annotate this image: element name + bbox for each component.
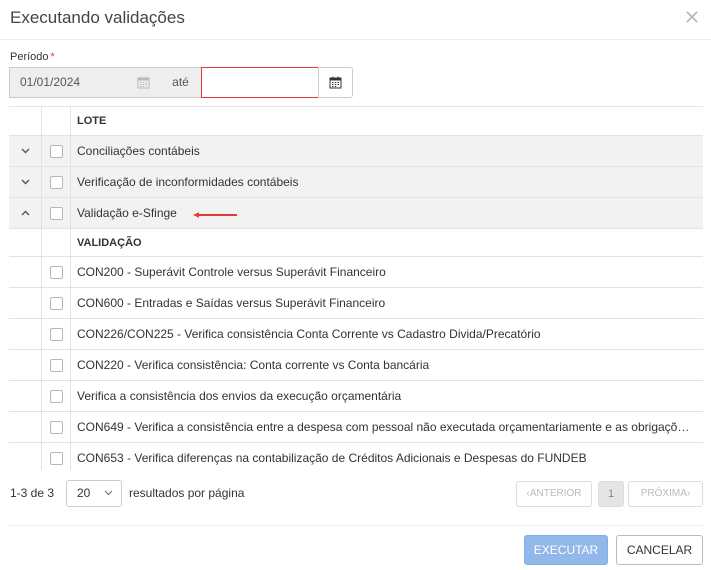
validation-checkbox-cell xyxy=(42,288,71,318)
group-row[interactable]: Conciliações contábeis xyxy=(9,136,703,167)
validation-checkbox[interactable] xyxy=(49,265,63,279)
validation-text: CON649 - Verifica a consistência entre a… xyxy=(77,420,701,434)
header-check-cell xyxy=(42,107,71,135)
validation-row[interactable]: CON600 - Entradas e Saídas versus Superá… xyxy=(9,288,703,319)
validation-checkbox-cell xyxy=(42,350,71,380)
validation-label: CON200 - Superávit Controle versus Super… xyxy=(71,257,703,287)
period-label-text: Período xyxy=(10,51,49,63)
group-label: Validação e-Sfinge xyxy=(77,206,177,220)
calendar-icon[interactable] xyxy=(318,67,353,98)
indent-cell xyxy=(9,412,42,442)
group-label: Conciliações contábeis xyxy=(77,144,200,158)
validation-text: CON226/CON225 - Verifica consistência Co… xyxy=(77,327,541,341)
validation-text: CON600 - Entradas e Saídas versus Superá… xyxy=(77,296,386,310)
validation-header-row: VALIDAÇÃO xyxy=(9,229,703,257)
calendar-icon xyxy=(127,67,160,98)
chevron-right-icon: › xyxy=(686,488,691,499)
page-number-button[interactable]: 1 xyxy=(598,481,624,507)
validation-row[interactable]: CON200 - Superávit Controle versus Super… xyxy=(9,257,703,288)
required-mark: * xyxy=(50,51,55,63)
column-header-lote: LOTE xyxy=(77,115,107,127)
range-separator: até xyxy=(160,67,201,98)
next-page-label: PRÓXIMA xyxy=(640,488,687,499)
validation-checkbox[interactable] xyxy=(49,420,63,434)
chevron-up-icon[interactable] xyxy=(9,198,42,228)
period-label: Período * xyxy=(10,51,55,63)
annotation-arrow-icon xyxy=(193,212,237,218)
group-row-expanded[interactable]: Validação e-Sfinge xyxy=(9,198,703,229)
cancel-button[interactable]: CANCELAR xyxy=(616,535,703,565)
indent-cell xyxy=(9,229,42,256)
group-checkbox-cell xyxy=(42,167,71,197)
batch-grid: LOTE Conciliações contábeis Verificação … xyxy=(9,106,703,470)
start-date-field: 01/01/2024 xyxy=(9,67,128,98)
indent-cell xyxy=(9,319,42,349)
group-label: Verificação de inconformidades contábeis xyxy=(77,175,299,189)
chevron-down-icon[interactable] xyxy=(9,167,42,197)
validation-checkbox-cell xyxy=(42,381,71,411)
per-page-label: resultados por página xyxy=(129,486,245,500)
footer-divider xyxy=(9,525,703,526)
column-header-validacao: VALIDAÇÃO xyxy=(77,236,142,249)
indent-cell xyxy=(9,350,42,380)
validation-text: Verifica a consistência dos envios da ex… xyxy=(77,389,402,403)
validation-label: CON226/CON225 - Verifica consistência Co… xyxy=(71,319,703,349)
chevron-down-icon[interactable] xyxy=(9,136,42,166)
validation-checkbox[interactable] xyxy=(49,296,63,310)
validation-dialog: Executando validações Período * 01/01/202… xyxy=(0,0,711,570)
validation-row[interactable]: CON220 - Verifica consistência: Conta co… xyxy=(9,350,703,381)
validation-row[interactable]: Verifica a consistência dos envios da ex… xyxy=(9,381,703,412)
close-icon[interactable] xyxy=(683,8,701,26)
previous-page-label: ANTERIOR xyxy=(529,488,582,499)
page-size-select[interactable]: 20 xyxy=(66,480,122,507)
period-range: 01/01/2024 até xyxy=(9,67,353,98)
validation-checkbox[interactable] xyxy=(49,389,63,403)
validation-text: CON220 - Verifica consistência: Conta co… xyxy=(77,358,430,372)
validation-label: CON653 - Verifica diferenças na contabil… xyxy=(71,443,703,470)
sub-header-check-cell xyxy=(42,229,71,256)
execute-button[interactable]: EXECUTAR xyxy=(524,535,608,565)
grid-header-row: LOTE xyxy=(9,107,703,136)
indent-cell xyxy=(9,288,42,318)
group-checkbox-cell xyxy=(42,136,71,166)
dialog-title: Executando validações xyxy=(10,8,185,27)
validation-row[interactable]: CON653 - Verifica diferenças na contabil… xyxy=(9,443,703,470)
header-expand-cell xyxy=(9,107,42,135)
validation-checkbox[interactable] xyxy=(49,358,63,372)
validation-label: CON649 - Verifica a consistência entre a… xyxy=(71,412,703,442)
validation-row[interactable]: CON649 - Verifica a consistência entre a… xyxy=(9,412,703,443)
validation-label: CON600 - Entradas e Saídas versus Superá… xyxy=(71,288,703,318)
validation-checkbox-cell xyxy=(42,319,71,349)
group-row[interactable]: Verificação de inconformidades contábeis xyxy=(9,167,703,198)
validation-label: Verifica a consistência dos envios da ex… xyxy=(71,381,703,411)
validation-checkbox-cell xyxy=(42,443,71,470)
chevron-down-icon xyxy=(104,490,113,496)
previous-page-button[interactable]: ‹ANTERIOR xyxy=(516,481,592,507)
group-checkbox[interactable] xyxy=(49,144,63,158)
validation-label: CON220 - Verifica consistência: Conta co… xyxy=(71,350,703,380)
validation-checkbox[interactable] xyxy=(49,451,63,465)
page-size-value: 20 xyxy=(77,486,91,500)
group-checkbox-cell xyxy=(42,198,71,228)
end-date-field[interactable] xyxy=(201,67,319,98)
validation-checkbox-cell xyxy=(42,412,71,442)
result-count: 1-3 de 3 xyxy=(10,486,55,500)
group-checkbox[interactable] xyxy=(49,206,63,220)
validation-checkbox[interactable] xyxy=(49,327,63,341)
indent-cell xyxy=(9,257,42,287)
indent-cell xyxy=(9,443,42,470)
validation-checkbox-cell xyxy=(42,257,71,287)
group-checkbox[interactable] xyxy=(49,175,63,189)
dialog-header: Executando validações xyxy=(0,0,711,40)
validation-text: CON200 - Superávit Controle versus Super… xyxy=(77,265,386,279)
indent-cell xyxy=(9,381,42,411)
next-page-button[interactable]: PRÓXIMA› xyxy=(628,481,703,507)
validation-text: CON653 - Verifica diferenças na contabil… xyxy=(77,451,587,465)
validation-row[interactable]: CON226/CON225 - Verifica consistência Co… xyxy=(9,319,703,350)
